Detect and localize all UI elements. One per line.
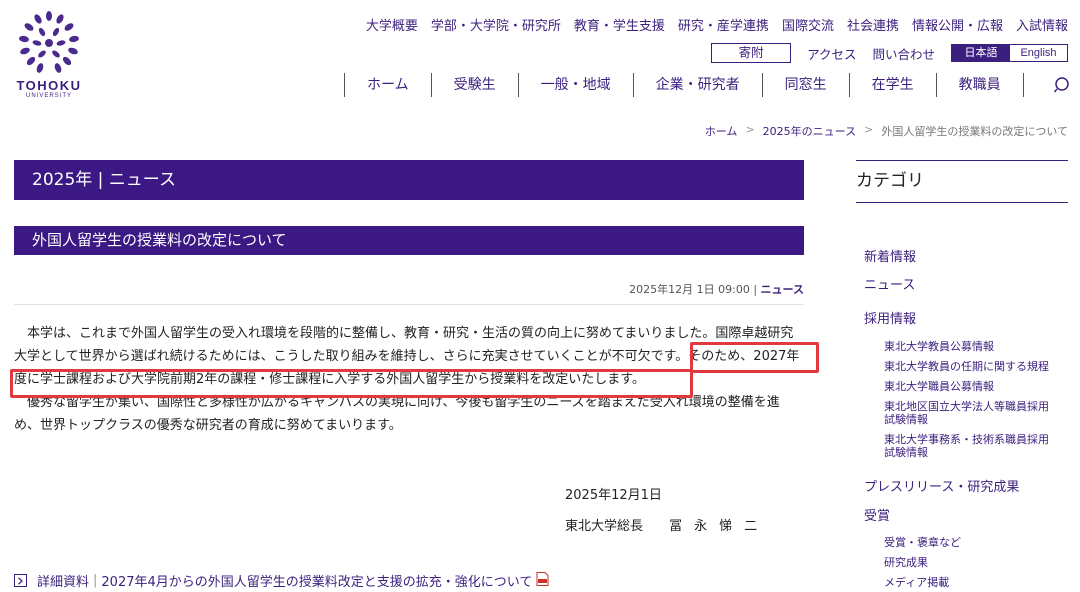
university-logo[interactable]: TOHOKU UNIVERSITY — [12, 10, 86, 110]
sidebar-subitem-line: 東北地区国立大学法人等職員採用 — [884, 400, 1049, 413]
top-nav-about[interactable]: 大学概要 — [366, 15, 418, 34]
sidebar-subitem[interactable]: 研究成果 — [864, 556, 1068, 569]
breadcrumb-news-2025[interactable]: 2025年のニュース — [763, 123, 856, 139]
leaf-emblem-icon — [19, 11, 79, 73]
top-nav-education[interactable]: 教育・学生支援 — [574, 15, 665, 34]
sidebar-subitem[interactable]: 東北大学事務系・技術系職員採用 試験情報 — [864, 433, 1068, 459]
sidebar-item-news[interactable]: ニュース — [864, 274, 1068, 293]
attachment-title[interactable]: 2027年4月からの外国人留学生の授業料改定と支援の拡充・強化について — [101, 571, 532, 590]
main-navigation: ホーム 受験生 一般・地域 企業・研究者 同窓生 在学生 教職員 — [344, 73, 1071, 97]
section-heading: 2025年 | ニュース — [14, 160, 804, 200]
sidebar-subitem[interactable]: 東北大学教員の任期に関する規程 — [864, 360, 1068, 373]
sidebar-subitem[interactable]: メディア掲載 — [864, 576, 1068, 589]
main-nav-public[interactable]: 一般・地域 — [517, 73, 633, 97]
main-nav-home[interactable]: ホーム — [344, 73, 431, 97]
main-nav-staff[interactable]: 教職員 — [935, 73, 1023, 97]
sidebar-recruitment: 採用情報 — [864, 308, 1068, 327]
divider — [14, 304, 804, 305]
sidebar-item-press[interactable]: プレスリリース・研究成果 — [864, 476, 1068, 495]
chevron-right-icon — [14, 574, 27, 587]
language-switcher: 日本語 English — [951, 44, 1068, 62]
lang-japanese-button[interactable]: 日本語 — [952, 45, 1010, 61]
article-body: 本学は、これまで外国人留学生の受入れ環境を段階的に整備し、教育・研究・生活の質の… — [14, 322, 804, 437]
sidebar-news[interactable]: ニュース — [864, 274, 1068, 293]
breadcrumb-separator: > — [864, 123, 874, 136]
sidebar-awards-sub: 受賞・褒章など 研究成果 メディア掲載 — [864, 536, 1068, 589]
article-title: 外国人留学生の授業料の改定について — [14, 226, 804, 255]
sidebar-subitem[interactable]: 東北大学教員公募情報 — [864, 340, 1068, 353]
access-link[interactable]: アクセス — [807, 44, 856, 63]
sidebar-item-new[interactable]: 新着情報 — [864, 246, 1068, 265]
signature: 東北大学総長 冨永悌二 — [565, 515, 769, 534]
sidebar-subitem-line: 東北大学事務系・技術系職員採用 — [884, 433, 1049, 446]
top-nav-admissions[interactable]: 入試情報 — [1016, 15, 1068, 34]
sidebar-item-recruitment[interactable]: 採用情報 — [864, 308, 1068, 327]
top-nav-international[interactable]: 国際交流 — [782, 15, 834, 34]
sidebar-subitem[interactable]: 東北地区国立大学法人等職員採用 試験情報 — [864, 400, 1068, 426]
article-category-link[interactable]: ニュース — [761, 283, 804, 296]
sidebar-subitem-line: 試験情報 — [884, 446, 928, 459]
search-button[interactable] — [1022, 73, 1071, 97]
contact-link[interactable]: 問い合わせ — [872, 44, 935, 63]
top-nav-disclosure[interactable]: 情報公開・広報 — [912, 15, 1003, 34]
sidebar-subitem[interactable]: 東北大学職員公募情報 — [864, 380, 1068, 393]
article-date: 2025年12月 1日 09:00 | — [629, 283, 758, 296]
main-nav-alumni[interactable]: 同窓生 — [761, 73, 849, 97]
logo-wordmark: TOHOKU — [16, 78, 82, 93]
main-nav-applicants[interactable]: 受験生 — [430, 73, 518, 97]
top-navigation: 大学概要 学部・大学院・研究所 教育・学生支援 研究・産学連携 国際交流 社会連… — [366, 15, 1068, 34]
attachment-separator: | — [93, 573, 98, 588]
sidebar-title: カテゴリ — [856, 160, 1068, 203]
signature-name: 冨永悌二 — [669, 519, 770, 534]
sidebar-new-info[interactable]: 新着情報 — [864, 246, 1068, 265]
lang-english-button[interactable]: English — [1010, 45, 1067, 61]
article-meta: 2025年12月 1日 09:00 | ニュース — [629, 281, 804, 297]
attachment-link[interactable]: 詳細資料 | 2027年4月からの外国人留学生の授業料改定と支援の拡充・強化につ… — [14, 571, 549, 590]
sidebar-subitem[interactable]: 受賞・褒章など — [864, 536, 1068, 549]
sidebar-subitem-line: 試験情報 — [884, 413, 928, 426]
sidebar-awards: 受賞 — [864, 505, 1068, 524]
search-icon — [1053, 77, 1069, 93]
breadcrumb: ホーム > 2025年のニュース > 外国人留学生の授業料の改定について — [705, 123, 1068, 139]
top-nav-research[interactable]: 研究・産学連携 — [678, 15, 769, 34]
signature-title: 東北大学総長 — [565, 519, 644, 534]
pdf-icon — [536, 571, 549, 590]
top-nav-faculties[interactable]: 学部・大学院・研究所 — [431, 15, 561, 34]
article-paragraph: 本学は、これまで外国人留学生の受入れ環境を段階的に整備し、教育・研究・生活の質の… — [14, 326, 800, 387]
sidebar-press: プレスリリース・研究成果 — [864, 476, 1068, 495]
main-nav-business[interactable]: 企業・研究者 — [632, 73, 762, 97]
breadcrumb-current: 外国人留学生の授業料の改定について — [881, 125, 1068, 138]
signature-date: 2025年12月1日 — [565, 488, 662, 503]
breadcrumb-separator: > — [745, 123, 755, 136]
utility-row: 寄附 アクセス 問い合わせ 日本語 English — [711, 43, 1068, 63]
article-paragraph: 優秀な留学生が集い、国際性と多様性が広がるキャンパスの実現に向け、今後も留学生の… — [14, 395, 780, 433]
main-nav-students[interactable]: 在学生 — [848, 73, 936, 97]
donate-button[interactable]: 寄附 — [711, 43, 792, 63]
attachment-label: 詳細資料 — [37, 575, 90, 590]
top-nav-community[interactable]: 社会連携 — [847, 15, 899, 34]
sidebar-recruitment-sub: 東北大学教員公募情報 東北大学教員の任期に関する規程 東北大学職員公募情報 東北… — [864, 340, 1068, 459]
logo-subtitle: UNIVERSITY — [25, 93, 72, 99]
sidebar-item-awards[interactable]: 受賞 — [864, 505, 1068, 524]
breadcrumb-home[interactable]: ホーム — [705, 123, 738, 139]
